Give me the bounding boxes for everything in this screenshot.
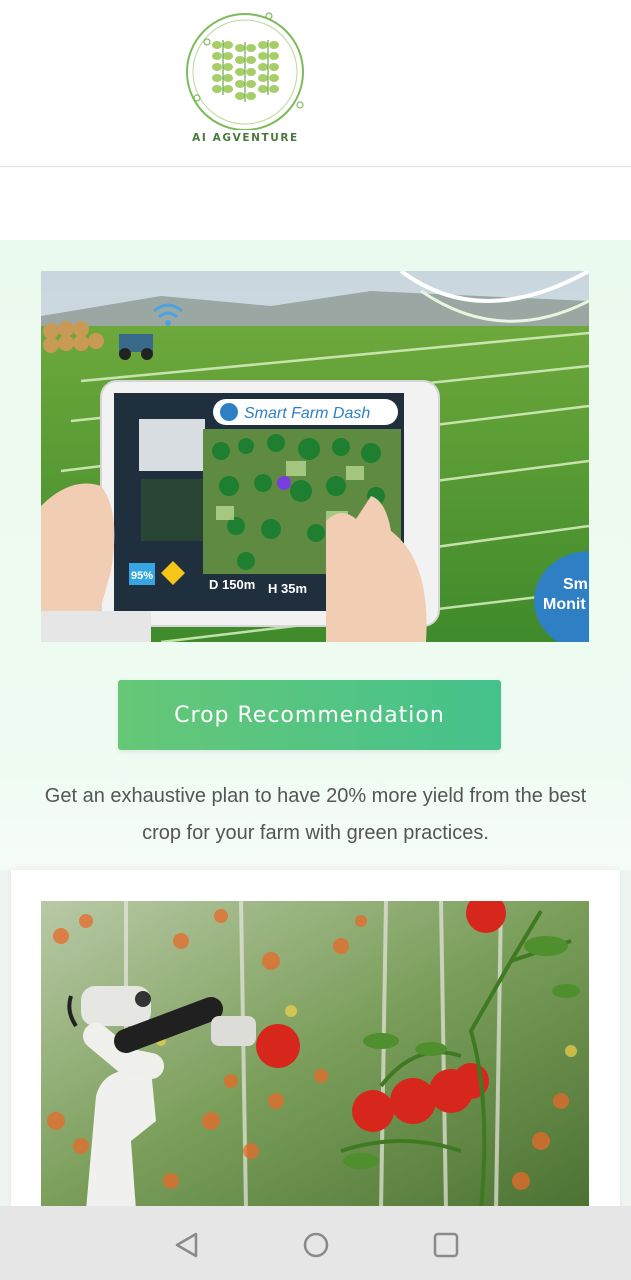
svg-text:D 150m: D 150m [209, 577, 255, 592]
svg-text:Monit: Monit [543, 596, 586, 613]
robot-tomato-image [41, 901, 589, 1210]
feature-card-robotics [11, 870, 620, 1210]
svg-text:Smart Farm Dash: Smart Farm Dash [244, 405, 370, 422]
back-icon[interactable] [172, 1230, 202, 1260]
brand-logo[interactable]: AI AGVENTURE [183, 10, 308, 150]
crop-recommendation-button[interactable]: Crop Recommendation [118, 680, 501, 750]
svg-text:H 35m: H 35m [268, 581, 307, 596]
tablet-badge-text: 95% [131, 570, 153, 582]
feature-card-2-wrapper [0, 870, 631, 1210]
brand-name: AI AGVENTURE [192, 132, 299, 144]
card-description: Get an exhaustive plan to have 20% more … [44, 785, 587, 844]
smart-farm-image: Sm Monit Smart Farm Dash 95% D 150m H 35… [41, 271, 589, 642]
feature-card-crop-recommendation: Sm Monit Smart Farm Dash 95% D 150m H 35… [0, 240, 631, 880]
app-header: AI AGVENTURE [0, 0, 631, 167]
logo-emblem-icon [186, 12, 304, 130]
home-icon[interactable] [301, 1230, 331, 1260]
system-nav-bar [0, 1206, 631, 1280]
recents-icon[interactable] [431, 1230, 461, 1260]
side-label-text: Sm [563, 576, 588, 593]
spacer [0, 167, 631, 240]
